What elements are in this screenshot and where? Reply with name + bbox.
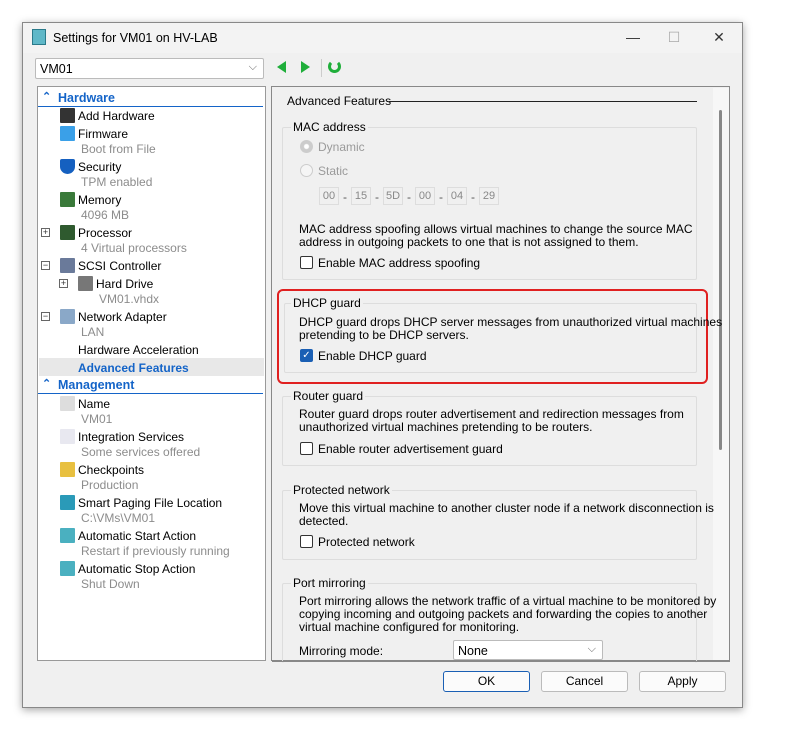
tree-item-firmware[interactable]: Firmware [78, 127, 128, 141]
tree-item-hardware-acceleration[interactable]: Hardware Acceleration [78, 343, 199, 357]
tree-item-smart-paging-file-location[interactable]: Smart Paging File Location [78, 496, 222, 510]
tree-item-name-detail: VM01 [81, 412, 113, 426]
chevron-down-icon: ⌵ [248, 61, 257, 73]
tree-item-automatic-stop-action-detail: Shut Down [81, 577, 140, 591]
collapse-chevron-icon[interactable]: ⌃ [42, 377, 51, 390]
scsi-controller-icon [60, 258, 75, 273]
hardware-section-header-label: Hardware [58, 91, 115, 105]
expand-toggle-icon[interactable]: − [41, 312, 50, 321]
scrollbar[interactable] [713, 88, 729, 660]
hard-drive-icon [78, 276, 93, 291]
chevron-down-icon: ⌵ [587, 643, 596, 655]
management-section-header-label: Management [58, 378, 135, 392]
window-title: Settings for VM01 on HV-LAB [53, 31, 218, 45]
vm-selector-value: VM01 [40, 62, 73, 76]
tree-item-hard-drive-detail: VM01.vhdx [99, 292, 160, 306]
next-arrow-icon[interactable] [301, 61, 310, 73]
tree-item-checkpoints-detail: Production [81, 478, 139, 492]
tree-item-processor-detail: 4 Virtual processors [81, 241, 187, 255]
apply-button[interactable]: Apply [639, 671, 726, 692]
collapse-chevron-icon[interactable]: ⌃ [42, 90, 51, 103]
add-hardware-icon [60, 108, 75, 123]
tree-item-automatic-start-action[interactable]: Automatic Start Action [78, 529, 196, 543]
expand-toggle-icon[interactable]: − [41, 261, 50, 270]
vm-settings-icon [32, 29, 46, 45]
processor-icon [60, 225, 75, 240]
tree-item-network-adapter[interactable]: Network Adapter [78, 310, 167, 324]
mirroring-mode-value: None [458, 644, 488, 658]
checkpoints-icon [60, 462, 75, 477]
vm-selector[interactable]: VM01 ⌵ [35, 58, 264, 79]
ok-button[interactable]: OK [443, 671, 530, 692]
tree-item-smart-paging-file-location-detail: C:\VMs\VM01 [81, 511, 156, 525]
close-button[interactable]: ✕ [709, 29, 729, 47]
firmware-icon [60, 126, 75, 141]
expand-toggle-icon[interactable]: + [41, 228, 50, 237]
tree-item-automatic-start-action-detail: Restart if previously running [81, 544, 230, 558]
details-panel [271, 86, 730, 661]
tree-item-automatic-stop-action[interactable]: Automatic Stop Action [78, 562, 195, 576]
tree-item-security[interactable]: Security [78, 160, 121, 174]
minimize-button[interactable]: — [623, 29, 643, 47]
refresh-icon[interactable] [328, 60, 341, 73]
stop-action-icon [60, 561, 75, 576]
cancel-button[interactable]: Cancel [541, 671, 628, 692]
tree-item-name[interactable]: Name [78, 397, 110, 411]
tree-item-memory-detail: 4096 MB [81, 208, 130, 222]
tree-item-security-detail: TPM enabled [81, 175, 153, 189]
title-bar: Settings for VM01 on HV-LAB — ☐ ✕ [23, 23, 742, 53]
tree-item-integration-services[interactable]: Integration Services [78, 430, 184, 444]
management-section-header[interactable]: ⌃ Management [38, 377, 265, 393]
hardware-section-header-divider [38, 106, 263, 107]
tree-item-memory[interactable]: Memory [78, 193, 121, 207]
scrollbar-thumb[interactable] [719, 110, 722, 450]
maximize-button[interactable]: ☐ [664, 29, 684, 47]
memory-icon [60, 192, 75, 207]
management-section-header-divider [38, 393, 263, 394]
tree-item-hard-drive[interactable]: Hard Drive [96, 277, 153, 291]
mirroring-mode-select[interactable]: None ⌵ [453, 640, 603, 660]
name-icon [60, 396, 75, 411]
settings-tree: ⌃ Hardware ⌃ Management Add Hardware Firmware… [37, 86, 266, 661]
shield-icon [60, 159, 75, 174]
hardware-section-header[interactable]: ⌃ Hardware [38, 90, 265, 106]
tree-item-firmware-detail: Boot from File [81, 142, 156, 156]
tree-item-add-hardware[interactable]: Add Hardware [78, 109, 155, 123]
tree-item-processor[interactable]: Processor [78, 226, 132, 240]
integration-services-icon [60, 429, 75, 444]
previous-arrow-icon[interactable] [277, 61, 286, 73]
toolbar-divider [321, 59, 322, 77]
tree-item-checkpoints[interactable]: Checkpoints [78, 463, 144, 477]
expand-toggle-icon[interactable]: + [59, 279, 68, 288]
smart-paging-icon [60, 495, 75, 510]
tree-item-network-adapter-detail: LAN [81, 325, 105, 339]
tree-item-advanced-features[interactable]: Advanced Features [78, 361, 189, 375]
start-action-icon [60, 528, 75, 543]
tree-item-integration-services-detail: Some services offered [81, 445, 201, 459]
tree-item-scsi-controller[interactable]: SCSI Controller [78, 259, 161, 273]
network-adapter-icon [60, 309, 75, 324]
